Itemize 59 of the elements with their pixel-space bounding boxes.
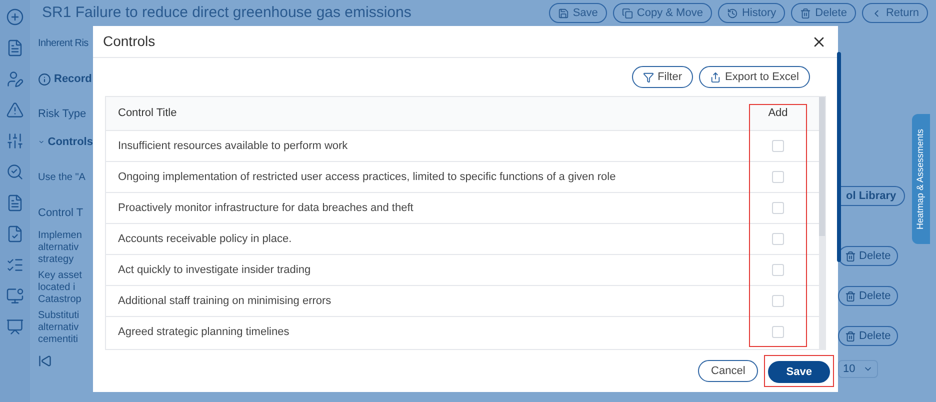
- field-label: Risk Type: [38, 107, 88, 122]
- trash-icon: [845, 290, 856, 302]
- document-icon[interactable]: [6, 39, 24, 57]
- info-icon: [38, 72, 51, 86]
- side-tab[interactable]: Heatmap & Assessments: [912, 114, 930, 244]
- checklist-icon[interactable]: [6, 256, 24, 274]
- column-header: Control Title: [117, 106, 178, 122]
- add-checkbox[interactable]: [772, 233, 784, 245]
- toolbar-button[interactable]: Filter: [632, 66, 694, 88]
- add-checkbox[interactable]: [772, 140, 784, 152]
- header-button[interactable]: Return: [862, 3, 928, 23]
- header-button[interactable]: History: [718, 3, 786, 23]
- dialog-title: Controls: [103, 32, 156, 51]
- search-check-icon[interactable]: [6, 163, 24, 181]
- column-header: Add: [767, 106, 789, 122]
- control-title: Insufficient resources available to perform work: [117, 138, 349, 154]
- first-page-icon[interactable]: [38, 354, 52, 368]
- add-icon[interactable]: [6, 8, 24, 26]
- add-checkbox[interactable]: [772, 264, 784, 276]
- copy-icon: [622, 8, 633, 18]
- add-checkbox[interactable]: [772, 202, 784, 214]
- user-edit-icon[interactable]: [6, 70, 24, 88]
- add-checkbox[interactable]: [772, 326, 784, 338]
- trash-icon: [845, 250, 856, 262]
- record-label: Record: [54, 72, 92, 87]
- add-checkbox[interactable]: [772, 171, 784, 183]
- control-title: Proactively monitor infrastructure for data breaches and theft: [117, 200, 414, 216]
- control-title: Accounts receivable policy in place.: [117, 232, 293, 247]
- control-title: Agreed strategic planning timelines: [117, 324, 290, 340]
- sliders-icon[interactable]: [6, 132, 24, 150]
- presentation-icon[interactable]: [6, 318, 24, 336]
- monitor-chart-icon[interactable]: [6, 287, 24, 305]
- header-button[interactable]: Save: [548, 3, 607, 23]
- file-shield-icon[interactable]: [6, 225, 24, 243]
- cancel-button[interactable]: Cancel: [698, 360, 758, 382]
- toolbar-button[interactable]: Export to Excel: [699, 66, 810, 88]
- trash-icon: [800, 8, 812, 18]
- export-icon: [710, 72, 722, 82]
- tab-label[interactable]: Inherent Ris: [38, 36, 93, 60]
- save-button[interactable]: Save: [768, 361, 830, 384]
- control-title: Ongoing implementation of restricted user access practices, limited to specific functions of a given role: [117, 170, 617, 185]
- control-link[interactable]: Key asset located i Catastrop: [38, 268, 93, 308]
- control-link[interactable]: Implemen alternativ strategy: [38, 228, 93, 268]
- trash-icon: [845, 330, 856, 342]
- hint-text: Use the "A: [38, 171, 86, 185]
- control-link[interactable]: Substituti alternativ cementiti: [38, 308, 93, 348]
- floppy-icon: [558, 8, 569, 18]
- warning-icon[interactable]: [6, 101, 24, 119]
- header-button[interactable]: Copy & Move: [612, 3, 712, 23]
- file-icon[interactable]: [6, 194, 24, 212]
- clock-icon: [726, 8, 738, 18]
- filter-icon: [642, 72, 654, 82]
- section-toggle[interactable]: Controls: [38, 130, 93, 154]
- control-title: Additional staff training on minimising errors: [117, 294, 332, 309]
- column-header: Control T: [38, 206, 84, 221]
- record-title: SR1 Failure to reduce direct greenhouse gas emissions: [42, 2, 412, 23]
- control-title: Act quickly to investigate insider trading: [117, 262, 312, 278]
- header-button[interactable]: Delete: [791, 3, 856, 23]
- add-checkbox[interactable]: [772, 295, 784, 307]
